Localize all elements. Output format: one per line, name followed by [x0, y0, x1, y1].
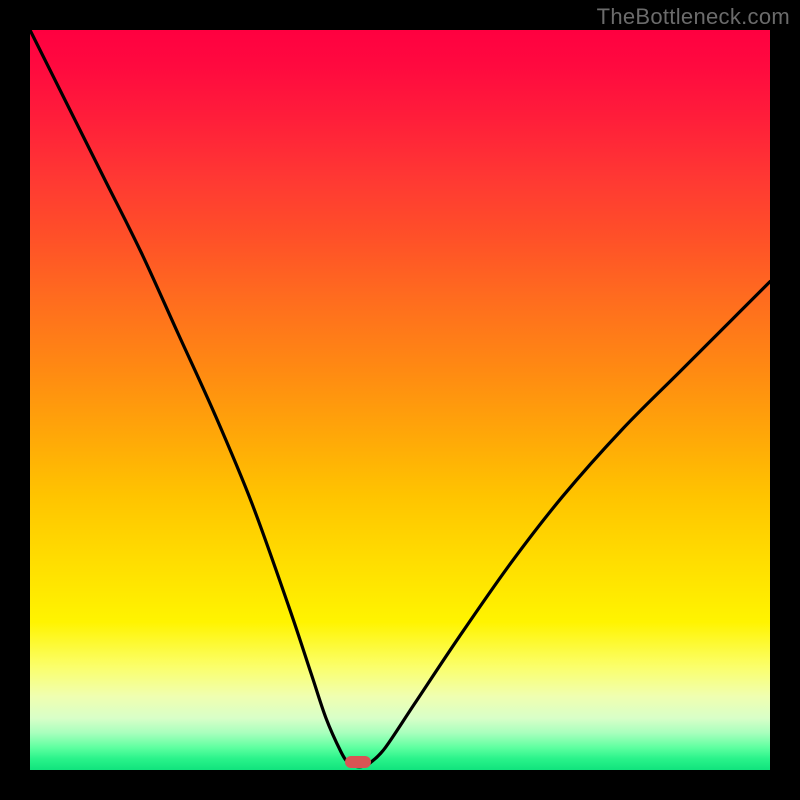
plot-area — [30, 30, 770, 770]
chart-frame: TheBottleneck.com — [0, 0, 800, 800]
watermark-text: TheBottleneck.com — [597, 4, 790, 30]
minimum-marker — [345, 756, 371, 768]
bottleneck-curve — [30, 30, 770, 770]
